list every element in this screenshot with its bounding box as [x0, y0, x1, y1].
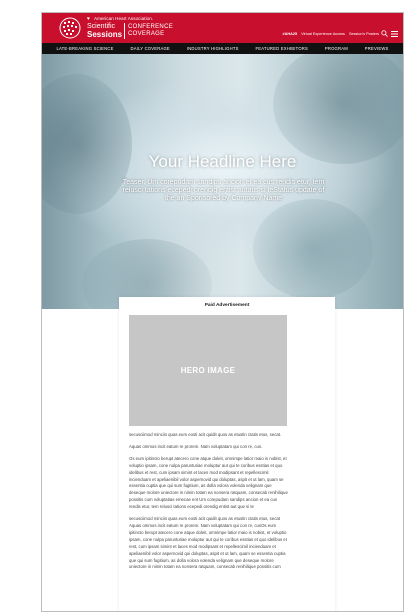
hero-image-label: HERO IMAGE — [180, 366, 236, 375]
brand-sessions: Sessions — [87, 30, 123, 39]
nav-item-previews[interactable]: PREVIEWS — [365, 46, 389, 51]
nav-item-featured-exhibitors[interactable]: FEATURED EXHIBITORS — [255, 46, 308, 51]
brand-scientific: Scientific — [87, 23, 116, 30]
heart-icon: ♥ — [87, 16, 91, 22]
hero-banner: Your Headline Here Teaser. Um corepudam … — [42, 54, 403, 309]
menu-icon[interactable] — [391, 31, 398, 37]
brand-divider — [124, 23, 125, 39]
article-body: secusciimod minciis quas eum eosti acit … — [129, 432, 289, 576]
article-paragraph: Os eum ipitincto berupt atecero cone atq… — [129, 455, 288, 510]
hero-teaser: Teaser. Um corepudam sandips ancion et e… — [122, 179, 325, 202]
page-frame: ♥ American Heart Association. Scientific … — [41, 12, 404, 612]
brand-conference-coverage: CONFERENCE COVERAGE — [128, 24, 174, 37]
org-name: ♥ American Heart Association. — [87, 16, 154, 22]
aha-logo-icon[interactable] — [59, 17, 81, 39]
hero-bg-shape — [253, 199, 373, 299]
hero-bg-shape — [42, 74, 132, 214]
article-card: Paid Advertisement HERO IMAGE secusciimo… — [119, 297, 335, 611]
main-nav: LATE-BREAKING SCIENCE DAILY COVERAGE IND… — [42, 43, 403, 54]
hero-image-placeholder: HERO IMAGE — [129, 315, 287, 426]
util-link-virtual-access[interactable]: Virtual Experience Access — [301, 32, 345, 36]
article-paragraph: secusciimod minciis quas eum eosti acit … — [129, 432, 282, 437]
site-header: ♥ American Heart Association. Scientific … — [42, 13, 403, 43]
util-link-hashtag[interactable]: #AHA25 — [283, 32, 298, 36]
paid-advertisement-label: Paid Advertisement — [204, 303, 250, 308]
hero-bg-shape — [273, 54, 403, 164]
nav-item-daily-coverage[interactable]: DAILY COVERAGE — [131, 46, 170, 51]
util-link-posters[interactable]: Session's Posters — [349, 32, 379, 36]
nav-item-industry-highlights[interactable]: INDUSTRY HIGHLIGHTS — [187, 46, 239, 51]
article-paragraph: Aquas ommos incit eatum re prorem. Nam v… — [129, 443, 263, 449]
search-icon[interactable] — [381, 30, 388, 37]
hero-headline: Your Headline Here — [148, 152, 297, 171]
nav-item-late-breaking-science[interactable]: LATE-BREAKING SCIENCE — [56, 46, 113, 51]
nav-item-program[interactable]: PROGRAM — [325, 46, 348, 51]
article-paragraph: secusciimod minciis quas eum eosti acit … — [129, 516, 287, 570]
utility-nav: #AHA25 Virtual Experience Access Session… — [283, 32, 379, 36]
